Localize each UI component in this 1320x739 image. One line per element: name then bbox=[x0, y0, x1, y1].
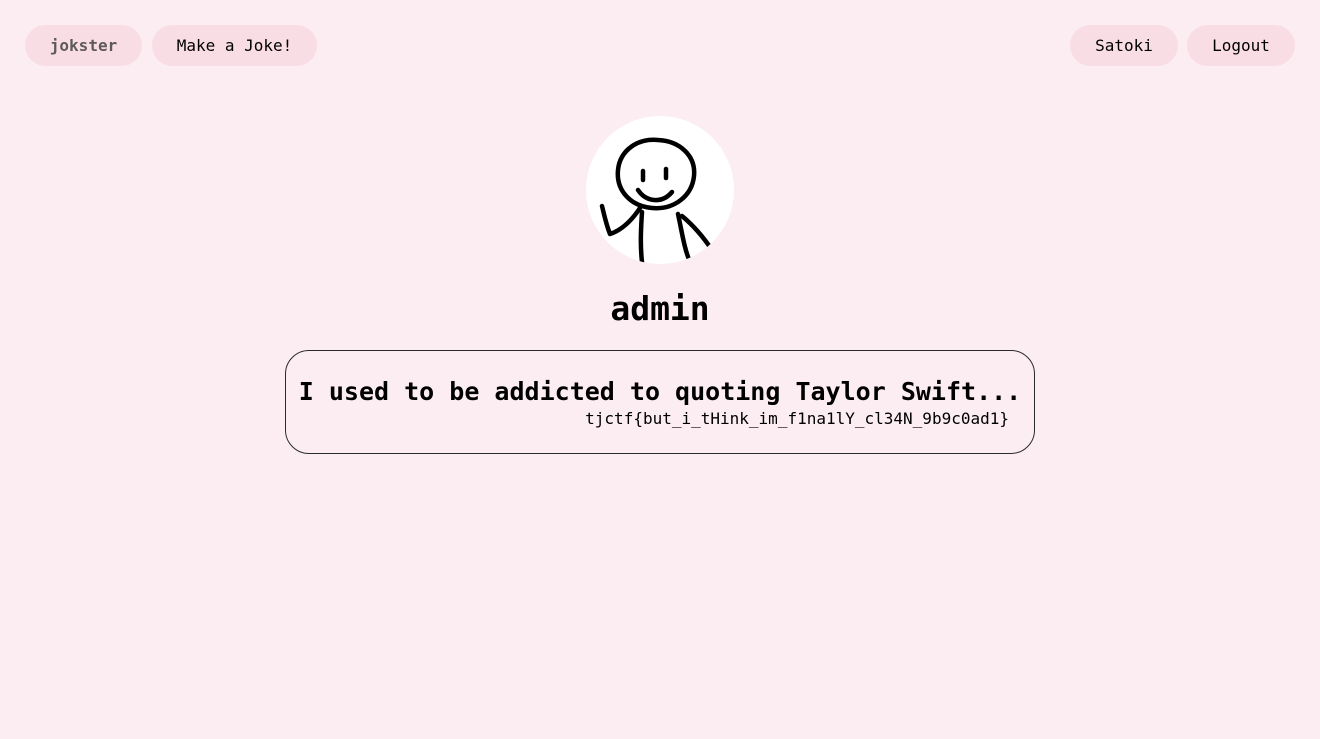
stick-figure-avatar-icon bbox=[599, 137, 715, 264]
joke-card: I used to be addicted to quoting Taylor … bbox=[285, 350, 1035, 454]
avatar bbox=[586, 116, 734, 264]
user-profile-button[interactable]: Satoki bbox=[1070, 25, 1178, 66]
joke-punchline: tjctf{but_i_tHink_im_f1na1lY_cl34N_9b9c0… bbox=[585, 409, 1009, 428]
joke-title: I used to be addicted to quoting Taylor … bbox=[298, 377, 1022, 406]
brand-link[interactable]: jokster bbox=[25, 25, 142, 66]
make-joke-button[interactable]: Make a Joke! bbox=[152, 25, 317, 66]
logout-button[interactable]: Logout bbox=[1187, 25, 1295, 66]
profile-username: admin bbox=[610, 289, 710, 328]
